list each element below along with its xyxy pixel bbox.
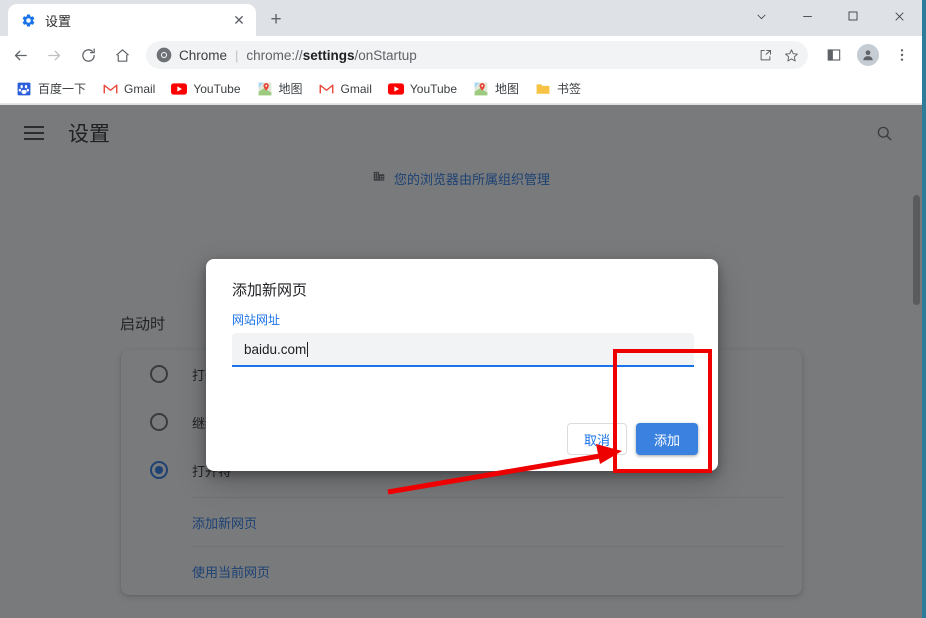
bookmark-gmail-1[interactable]: Gmail <box>94 77 163 101</box>
bookmark-label: 地图 <box>495 82 520 96</box>
minimize-icon[interactable] <box>784 0 830 32</box>
share-icon[interactable] <box>752 42 778 68</box>
avatar[interactable] <box>854 41 882 69</box>
bookmarks-bar: 百度一下 Gmail YouTube 地图 Gmail YouTube 地图 书… <box>0 74 922 104</box>
bookmark-youtube-2[interactable]: YouTube <box>380 77 465 101</box>
bookmark-label: 书签 <box>557 82 582 96</box>
youtube-icon <box>171 81 188 97</box>
chrome-menu-icon[interactable] <box>888 41 916 69</box>
maximize-icon[interactable] <box>830 0 876 32</box>
gmail-icon <box>102 81 118 97</box>
tab-search-icon[interactable] <box>738 0 784 32</box>
chrome-logo-icon <box>156 47 172 63</box>
gmail-icon <box>319 81 335 97</box>
bookmark-label: YouTube <box>193 81 241 96</box>
url-prefix: chrome:// <box>246 47 303 63</box>
tab-title: 设置 <box>45 13 72 29</box>
close-icon[interactable]: ✕ <box>227 8 251 32</box>
site-url-value: baidu.com <box>244 341 307 357</box>
url-bold: settings <box>302 47 355 63</box>
address-bar[interactable]: Chrome | chrome://settings/onStartup <box>146 41 808 69</box>
dialog-title: 添加新网页 <box>232 282 308 299</box>
reload-icon[interactable] <box>74 41 102 69</box>
bookmark-maps-2[interactable]: 地图 <box>465 77 527 101</box>
baidu-paw-icon <box>16 81 32 97</box>
tab-strip: 设置 ✕ + <box>0 0 922 36</box>
bookmark-baidu[interactable]: 百度一下 <box>8 77 94 101</box>
bookmark-folder[interactable]: 书签 <box>527 77 589 101</box>
omnibox-chip-label: Chrome <box>179 47 228 63</box>
folder-icon <box>535 81 551 97</box>
bookmark-gmail-2[interactable]: Gmail <box>311 77 380 101</box>
maps-pin-icon <box>473 81 489 97</box>
home-icon[interactable] <box>108 41 136 69</box>
tab-settings[interactable]: 设置 ✕ <box>8 4 256 36</box>
text-caret <box>307 341 309 357</box>
maps-pin-icon <box>257 81 273 97</box>
bookmark-star-icon[interactable] <box>778 42 804 68</box>
bookmark-label: 地图 <box>278 82 303 96</box>
close-window-icon[interactable] <box>876 0 922 32</box>
bookmark-maps-1[interactable]: 地图 <box>249 77 311 101</box>
window-controls <box>738 0 922 32</box>
site-url-input[interactable]: baidu.com <box>232 333 694 367</box>
bookmark-label: Gmail <box>124 81 156 96</box>
bookmark-label: YouTube <box>409 81 458 96</box>
youtube-icon <box>387 81 404 97</box>
omnibox-url: chrome://settings/onStartup <box>246 48 752 63</box>
dialog-actions: 取消 添加 <box>566 423 698 455</box>
browser-window: 设置 ✕ + Chrome | chrome://settings/onStar… <box>0 0 922 618</box>
site-url-label: 网站网址 <box>232 313 281 327</box>
add-button[interactable]: 添加 <box>635 423 698 455</box>
omnibox-separator: | <box>235 47 239 63</box>
profile-avatar-icon <box>857 44 879 66</box>
bookmark-label: Gmail <box>340 81 372 96</box>
cancel-button[interactable]: 取消 <box>566 423 627 455</box>
back-icon[interactable] <box>6 41 34 69</box>
bookmark-label: 百度一下 <box>38 82 87 96</box>
bookmark-youtube-1[interactable]: YouTube <box>163 77 248 101</box>
screen: 设置 ✕ + Chrome | chrome://settings/onStar… <box>0 0 926 618</box>
side-panel-icon[interactable] <box>820 41 848 69</box>
browser-toolbar: Chrome | chrome://settings/onStartup <box>0 36 922 74</box>
forward-icon[interactable] <box>40 41 68 69</box>
gear-icon <box>20 12 36 28</box>
url-suffix: /onStartup <box>354 47 417 63</box>
add-new-page-dialog: 添加新网页 网站网址 baidu.com 取消 添加 <box>206 259 718 471</box>
new-tab-button[interactable]: + <box>262 6 290 34</box>
